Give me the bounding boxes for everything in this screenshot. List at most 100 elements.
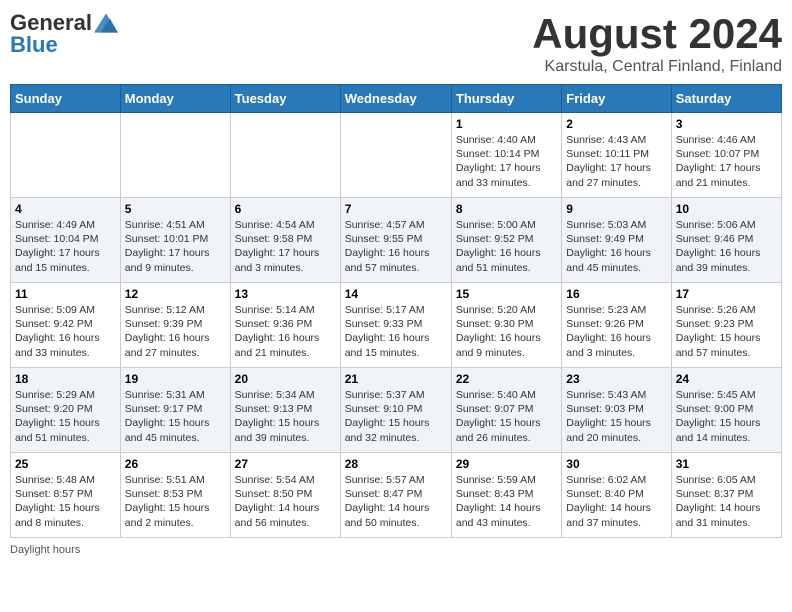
day-info: Sunrise: 4:43 AM Sunset: 10:11 PM Daylig…: [566, 133, 666, 190]
day-info: Sunrise: 5:00 AM Sunset: 9:52 PM Dayligh…: [456, 218, 557, 275]
day-number: 2: [566, 117, 666, 131]
day-info: Sunrise: 5:09 AM Sunset: 9:42 PM Dayligh…: [15, 303, 116, 360]
subtitle: Karstula, Central Finland, Finland: [532, 58, 782, 76]
day-number: 13: [235, 287, 336, 301]
day-info: Sunrise: 6:02 AM Sunset: 8:40 PM Dayligh…: [566, 473, 666, 530]
calendar-cell: 31 Sunrise: 6:05 AM Sunset: 8:37 PM Dayli…: [671, 453, 781, 538]
calendar-cell: 24Sunrise: 5:45 AM Sunset: 9:00 PM Dayli…: [671, 368, 781, 453]
day-info: Sunrise: 5:26 AM Sunset: 9:23 PM Dayligh…: [676, 303, 777, 360]
day-info: Sunrise: 4:49 AM Sunset: 10:04 PM Daylig…: [15, 218, 116, 275]
calendar-header-row: SundayMondayTuesdayWednesdayThursdayFrid…: [11, 85, 782, 113]
day-info: Sunrise: 5:06 AM Sunset: 9:46 PM Dayligh…: [676, 218, 777, 275]
day-info: Sunrise: 5:14 AM Sunset: 9:36 PM Dayligh…: [235, 303, 336, 360]
day-number: 11: [15, 287, 116, 301]
day-info: Sunrise: 5:03 AM Sunset: 9:49 PM Dayligh…: [566, 218, 666, 275]
day-number: 26: [125, 457, 226, 471]
calendar-cell: 20 Sunrise: 5:34 AM Sunset: 9:13 PM Dayli…: [230, 368, 340, 453]
day-info: Sunrise: 5:23 AM Sunset: 9:26 PM Dayligh…: [566, 303, 666, 360]
day-info: Sunrise: 5:20 AM Sunset: 9:30 PM Dayligh…: [456, 303, 557, 360]
day-info: Sunrise: 5:59 AM Sunset: 8:43 PM Dayligh…: [456, 473, 557, 530]
day-info: Sunrise: 5:37 AM Sunset: 9:10 PM Dayligh…: [345, 388, 447, 445]
calendar-cell: 29 Sunrise: 5:59 AM Sunset: 8:43 PM Dayli…: [451, 453, 561, 538]
day-info: Sunrise: 5:17 AM Sunset: 9:33 PM Dayligh…: [345, 303, 447, 360]
day-number: 10: [676, 202, 777, 216]
calendar-cell: 13 Sunrise: 5:14 AM Sunset: 9:36 PM Dayli…: [230, 283, 340, 368]
calendar-cell: 11 Sunrise: 5:09 AM Sunset: 9:42 PM Dayli…: [11, 283, 121, 368]
day-number: 29: [456, 457, 557, 471]
calendar-header-wednesday: Wednesday: [340, 85, 451, 113]
day-info: Sunrise: 4:46 AM Sunset: 10:07 PM Daylig…: [676, 133, 777, 190]
calendar-cell: 4 Sunrise: 4:49 AM Sunset: 10:04 PM Dayli…: [11, 198, 121, 283]
day-info: Sunrise: 5:31 AM Sunset: 9:17 PM Dayligh…: [125, 388, 226, 445]
calendar-cell: 7Sunrise: 4:57 AM Sunset: 9:55 PM Daylig…: [340, 198, 451, 283]
day-info: Sunrise: 5:48 AM Sunset: 8:57 PM Dayligh…: [15, 473, 116, 530]
calendar-header-tuesday: Tuesday: [230, 85, 340, 113]
day-number: 24: [676, 372, 777, 386]
daylight-hours-label: Daylight hours: [10, 544, 80, 556]
day-number: 25: [15, 457, 116, 471]
day-info: Sunrise: 5:29 AM Sunset: 9:20 PM Dayligh…: [15, 388, 116, 445]
day-info: Sunrise: 5:12 AM Sunset: 9:39 PM Dayligh…: [125, 303, 226, 360]
calendar-week-4: 25 Sunrise: 5:48 AM Sunset: 8:57 PM Dayli…: [11, 453, 782, 538]
calendar-cell: 25 Sunrise: 5:48 AM Sunset: 8:57 PM Dayli…: [11, 453, 121, 538]
calendar-cell: 2 Sunrise: 4:43 AM Sunset: 10:11 PM Dayli…: [562, 113, 671, 198]
day-info: Sunrise: 4:57 AM Sunset: 9:55 PM Dayligh…: [345, 218, 447, 275]
day-number: 4: [15, 202, 116, 216]
day-number: 20: [235, 372, 336, 386]
calendar-cell: 9Sunrise: 5:03 AM Sunset: 9:49 PM Daylig…: [562, 198, 671, 283]
day-number: 17: [676, 287, 777, 301]
day-number: 19: [125, 372, 226, 386]
day-info: Sunrise: 5:57 AM Sunset: 8:47 PM Dayligh…: [345, 473, 447, 530]
calendar-cell: [230, 113, 340, 198]
day-number: 5: [125, 202, 226, 216]
logo-blue-text: Blue: [10, 32, 58, 58]
day-info: Sunrise: 5:40 AM Sunset: 9:07 PM Dayligh…: [456, 388, 557, 445]
calendar-cell: 8 Sunrise: 5:00 AM Sunset: 9:52 PM Daylig…: [451, 198, 561, 283]
calendar-table: SundayMondayTuesdayWednesdayThursdayFrid…: [10, 84, 782, 538]
calendar-cell: [11, 113, 121, 198]
calendar-week-0: 1Sunrise: 4:40 AM Sunset: 10:14 PM Dayli…: [11, 113, 782, 198]
calendar-cell: 17 Sunrise: 5:26 AM Sunset: 9:23 PM Dayli…: [671, 283, 781, 368]
calendar-cell: 19 Sunrise: 5:31 AM Sunset: 9:17 PM Dayli…: [120, 368, 230, 453]
calendar-header-monday: Monday: [120, 85, 230, 113]
day-number: 21: [345, 372, 447, 386]
calendar-cell: 1Sunrise: 4:40 AM Sunset: 10:14 PM Dayli…: [451, 113, 561, 198]
day-info: Sunrise: 5:51 AM Sunset: 8:53 PM Dayligh…: [125, 473, 226, 530]
day-info: Sunrise: 5:54 AM Sunset: 8:50 PM Dayligh…: [235, 473, 336, 530]
day-info: Sunrise: 6:05 AM Sunset: 8:37 PM Dayligh…: [676, 473, 777, 530]
calendar-cell: 10 Sunrise: 5:06 AM Sunset: 9:46 PM Dayli…: [671, 198, 781, 283]
logo-icon: [94, 13, 118, 33]
calendar-cell: 18Sunrise: 5:29 AM Sunset: 9:20 PM Dayli…: [11, 368, 121, 453]
day-number: 15: [456, 287, 557, 301]
calendar-week-1: 4 Sunrise: 4:49 AM Sunset: 10:04 PM Dayli…: [11, 198, 782, 283]
day-info: Sunrise: 5:43 AM Sunset: 9:03 PM Dayligh…: [566, 388, 666, 445]
day-info: Sunrise: 5:34 AM Sunset: 9:13 PM Dayligh…: [235, 388, 336, 445]
calendar-cell: 27Sunrise: 5:54 AM Sunset: 8:50 PM Dayli…: [230, 453, 340, 538]
calendar-week-2: 11 Sunrise: 5:09 AM Sunset: 9:42 PM Dayli…: [11, 283, 782, 368]
day-number: 8: [456, 202, 557, 216]
calendar-cell: [120, 113, 230, 198]
calendar-cell: 15 Sunrise: 5:20 AM Sunset: 9:30 PM Dayli…: [451, 283, 561, 368]
calendar-cell: 3Sunrise: 4:46 AM Sunset: 10:07 PM Dayli…: [671, 113, 781, 198]
calendar-cell: 21 Sunrise: 5:37 AM Sunset: 9:10 PM Dayli…: [340, 368, 451, 453]
calendar-cell: 23Sunrise: 5:43 AM Sunset: 9:03 PM Dayli…: [562, 368, 671, 453]
calendar-cell: 30Sunrise: 6:02 AM Sunset: 8:40 PM Dayli…: [562, 453, 671, 538]
day-info: Sunrise: 4:54 AM Sunset: 9:58 PM Dayligh…: [235, 218, 336, 275]
calendar-cell: 6Sunrise: 4:54 AM Sunset: 9:58 PM Daylig…: [230, 198, 340, 283]
footer: Daylight hours: [10, 544, 782, 556]
day-number: 12: [125, 287, 226, 301]
calendar-cell: 26 Sunrise: 5:51 AM Sunset: 8:53 PM Dayli…: [120, 453, 230, 538]
calendar-header-friday: Friday: [562, 85, 671, 113]
calendar-cell: 5Sunrise: 4:51 AM Sunset: 10:01 PM Dayli…: [120, 198, 230, 283]
calendar-header-sunday: Sunday: [11, 85, 121, 113]
day-number: 31: [676, 457, 777, 471]
day-number: 16: [566, 287, 666, 301]
calendar-cell: 16 Sunrise: 5:23 AM Sunset: 9:26 PM Dayli…: [562, 283, 671, 368]
calendar-cell: 12 Sunrise: 5:12 AM Sunset: 9:39 PM Dayli…: [120, 283, 230, 368]
calendar-cell: [340, 113, 451, 198]
day-number: 1: [456, 117, 557, 131]
calendar-cell: 28Sunrise: 5:57 AM Sunset: 8:47 PM Dayli…: [340, 453, 451, 538]
calendar-cell: 22Sunrise: 5:40 AM Sunset: 9:07 PM Dayli…: [451, 368, 561, 453]
header: General Blue August 2024 Karstula, Centr…: [10, 10, 782, 76]
calendar-week-3: 18Sunrise: 5:29 AM Sunset: 9:20 PM Dayli…: [11, 368, 782, 453]
